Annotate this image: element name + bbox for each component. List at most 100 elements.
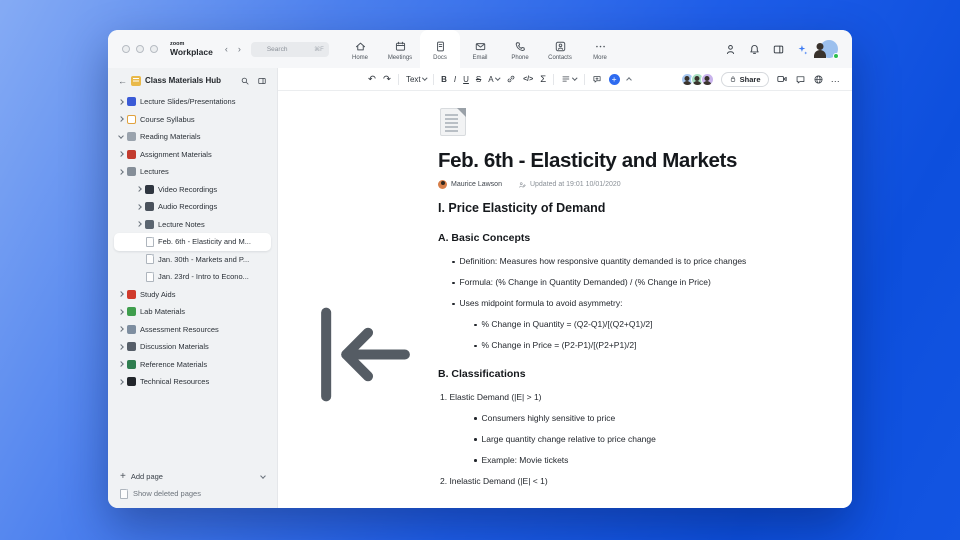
tab-docs[interactable]: Docs (420, 30, 460, 68)
bold-button[interactable]: B (441, 75, 447, 84)
text-color-button[interactable]: A (488, 75, 500, 84)
doc-block-b1: Formula: (% Change in Quantity Demanded)… (438, 277, 784, 288)
tab-label: Meetings (387, 55, 413, 61)
sidebar-item-assignment-materials[interactable]: Assignment Materials (114, 146, 271, 164)
redo-icon[interactable]: ↷ (383, 74, 391, 85)
chevron-right-icon[interactable] (118, 151, 124, 158)
back-arrow-icon[interactable]: ← (118, 76, 127, 86)
collapse-toolbar-icon[interactable] (625, 76, 632, 83)
bell-icon[interactable] (748, 43, 761, 56)
forward-icon[interactable]: › (238, 44, 241, 54)
backpack-icon (127, 149, 136, 159)
share-button[interactable]: Share (720, 71, 769, 87)
page-icon (146, 236, 154, 247)
tab-email[interactable]: Email (460, 30, 500, 68)
sidebar-item-label: Assessment Resources (140, 324, 219, 334)
more-icon (594, 40, 607, 53)
sidebar-item-feb-6th-elasticity-and-m[interactable]: Feb. 6th - Elasticity and M... (114, 233, 271, 251)
tab-phone[interactable]: Phone (500, 30, 540, 68)
sidebar-item-reading-materials[interactable]: Reading Materials (114, 128, 271, 146)
add-page-button[interactable]: + Add page (108, 468, 277, 485)
chevron-right-icon[interactable] (118, 361, 124, 368)
sidebar-item-lab-materials[interactable]: Lab Materials (114, 303, 271, 321)
user-avatar[interactable] (820, 40, 839, 59)
chevron-right-icon[interactable] (118, 98, 124, 105)
sidebar-item-lecture-slides-presentations[interactable]: Lecture Slides/Presentations (114, 93, 271, 111)
chevron-right-icon[interactable] (118, 168, 124, 175)
chevron-right-icon[interactable] (118, 291, 124, 298)
globe-icon[interactable] (813, 74, 824, 85)
more-options-icon[interactable]: … (831, 74, 841, 85)
collaborator-avatars[interactable] (680, 72, 714, 86)
sidebar-item-video-recordings[interactable]: Video Recordings (114, 181, 271, 199)
text-style-dropdown[interactable]: Text (406, 75, 427, 84)
close-window-button[interactable] (122, 45, 130, 53)
sidebar-search-icon[interactable] (240, 76, 250, 86)
mic-icon (127, 342, 136, 352)
sidebar-item-discussion-materials[interactable]: Discussion Materials (114, 338, 271, 356)
sidebar-item-study-aids[interactable]: Study Aids (114, 286, 271, 304)
share-label: Share (739, 74, 761, 84)
formula-button[interactable]: Σ (540, 74, 546, 85)
page-icon (146, 254, 154, 265)
side-panel-icon[interactable] (772, 43, 785, 56)
chevron-right-icon[interactable] (136, 221, 142, 228)
ai-sparkle-icon[interactable] (796, 43, 809, 56)
italic-button[interactable]: I (454, 75, 456, 84)
video-camera-icon (145, 184, 154, 194)
code-button[interactable]: </> (523, 76, 533, 83)
chevron-right-icon[interactable] (136, 203, 142, 210)
sidebar-panel-icon[interactable] (257, 76, 267, 86)
sidebar-item-assessment-resources[interactable]: Assessment Resources (114, 321, 271, 339)
sidebar-item-technical-resources[interactable]: Technical Resources (114, 373, 271, 391)
tab-meetings[interactable]: Meetings (380, 30, 420, 68)
sidebar-item-audio-recordings[interactable]: Audio Recordings (114, 198, 271, 216)
chevron-down-icon[interactable] (118, 132, 124, 139)
chevron-right-icon[interactable] (118, 378, 124, 385)
window-controls[interactable] (122, 45, 158, 53)
sidebar-item-label: Video Recordings (158, 184, 218, 194)
bullet-icon (474, 344, 477, 347)
sidebar-item-reference-materials[interactable]: Reference Materials (114, 356, 271, 374)
underline-button[interactable]: U (463, 75, 469, 84)
document-page-icon (440, 108, 466, 136)
sidebar-item-course-syllabus[interactable]: Course Syllabus (114, 111, 271, 129)
sidebar-item-label: Lecture Notes (158, 219, 205, 229)
link-button[interactable] (506, 74, 516, 84)
document-body: I. Price Elasticity of Demand A. Basic Co… (438, 201, 784, 486)
document-editor[interactable]: Feb. 6th - Elasticity and Markets Mauric… (430, 91, 852, 508)
tab-contacts[interactable]: Contacts (540, 30, 580, 68)
insert-plus-button[interactable]: + (608, 73, 620, 85)
comment-button[interactable] (592, 74, 602, 84)
undo-icon[interactable]: ↶ (368, 74, 376, 85)
tab-more[interactable]: More (580, 30, 620, 68)
strikethrough-button[interactable]: S (476, 75, 481, 84)
doc-block-b1: Definition: Measures how responsive quan… (438, 256, 784, 267)
minimize-window-button[interactable] (136, 45, 144, 53)
collaborator-avatar[interactable] (700, 72, 714, 86)
back-icon[interactable]: ‹ (225, 44, 228, 54)
chevron-right-icon[interactable] (118, 116, 124, 123)
contact-icon[interactable] (724, 43, 737, 56)
collapse-outline-icon[interactable] (296, 201, 430, 508)
tab-home[interactable]: Home (340, 30, 380, 68)
show-deleted-pages-button[interactable]: Show deleted pages (108, 485, 277, 502)
history-nav: ‹ › (225, 44, 241, 54)
chevron-down-icon[interactable] (260, 472, 266, 479)
video-camera-icon[interactable] (776, 73, 788, 85)
chevron-right-icon[interactable] (118, 308, 124, 315)
chevron-right-icon[interactable] (136, 186, 142, 193)
chevron-right-icon[interactable] (118, 343, 124, 350)
zoom-window-button[interactable] (150, 45, 158, 53)
doc-block-h3: B. Classifications (438, 367, 526, 380)
list-format-dropdown[interactable] (561, 74, 578, 84)
sidebar-item-jan-30th-markets-and-p[interactable]: Jan. 30th - Markets and P... (114, 251, 271, 269)
doc-block-b2: % Change in Price = (P2-P1)/[(P2+P1)/2] (438, 340, 784, 351)
global-search-input[interactable]: Search ⌘F (250, 41, 329, 57)
sidebar-item-lectures[interactable]: Lectures (114, 163, 271, 181)
sidebar-item-lecture-notes[interactable]: Lecture Notes (114, 216, 271, 234)
chevron-right-icon[interactable] (118, 326, 124, 333)
sidebar-item-jan-23rd-intro-to-econo[interactable]: Jan. 23rd - Intro to Econo... (114, 268, 271, 286)
chat-icon[interactable] (795, 74, 806, 85)
page-tree: Lecture Slides/Presentations Course Sylla… (108, 93, 277, 391)
